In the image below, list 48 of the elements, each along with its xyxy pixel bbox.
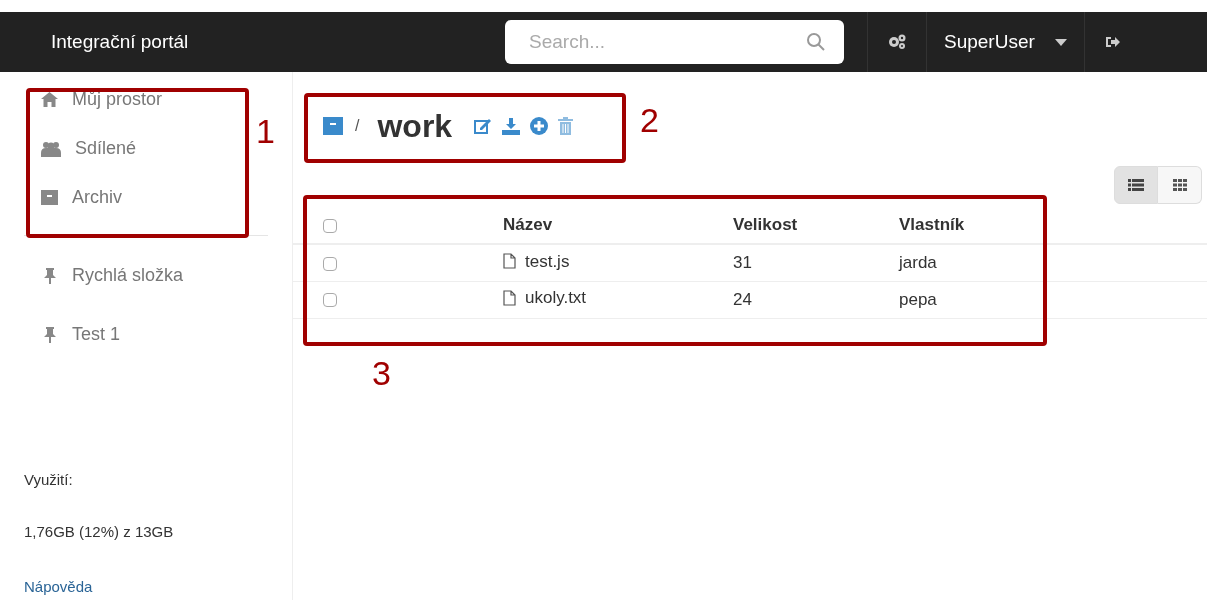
trash-icon[interactable]: [558, 117, 574, 135]
caret-icon: [1054, 38, 1067, 46]
grid-view-button[interactable]: [1158, 166, 1202, 204]
gears-icon[interactable]: [887, 33, 907, 51]
file-icon: [503, 290, 516, 307]
download-icon[interactable]: [502, 117, 521, 135]
help-link[interactable]: Nápověda: [24, 575, 292, 598]
select-all-checkbox[interactable]: [323, 218, 337, 233]
file-icon: [503, 253, 516, 270]
row-checkbox[interactable]: [323, 293, 337, 308]
search-icon: [806, 32, 826, 52]
pin-icon: [44, 267, 56, 284]
column-header: Název: [503, 215, 553, 235]
file-name[interactable]: ukoly.txt: [525, 285, 587, 311]
grid-view-icon: [1172, 179, 1187, 191]
search-field[interactable]: Search...: [505, 20, 844, 64]
usage-value: 1,76GB (12%) z 13GB: [24, 522, 175, 542]
column-header: Vlastník: [899, 215, 965, 235]
sidebar-item[interactable]: Archiv: [41, 184, 221, 211]
row-checkbox[interactable]: [323, 256, 337, 271]
file-name[interactable]: test.js: [525, 248, 570, 275]
file-owner: jarda: [899, 253, 937, 272]
annotation-number: 2: [640, 103, 659, 137]
file-size: 31: [733, 253, 752, 272]
annotation-number: 1: [256, 114, 275, 148]
annotation-number: 3: [372, 356, 391, 390]
users-icon: [41, 140, 61, 157]
folder-title: work: [377, 110, 453, 142]
archive-icon: [41, 190, 58, 205]
add-icon[interactable]: [530, 117, 549, 135]
usage-label: Využití:: [24, 469, 74, 490]
file-size: 24: [733, 289, 752, 309]
sidebar-item[interactable]: Sdílené: [41, 135, 221, 162]
list-view-icon: [1128, 179, 1144, 191]
pinned-folder-item[interactable]: Rychlá složka: [44, 262, 224, 289]
breadcrumb-separator: /: [355, 116, 360, 136]
file-owner: pepa: [899, 289, 937, 309]
list-view-button[interactable]: [1114, 166, 1158, 204]
pin-icon: [44, 326, 56, 343]
sidebar-item[interactable]: Můj prostor: [41, 86, 221, 113]
archive-icon[interactable]: [323, 117, 343, 135]
user-menu[interactable]: SuperUser: [927, 12, 1084, 72]
edit-icon[interactable]: [474, 118, 493, 134]
pinned-folder-item[interactable]: Test 1: [44, 321, 224, 348]
home-icon: [41, 92, 58, 107]
logout-icon[interactable]: [1104, 35, 1121, 49]
column-header: Velikost: [733, 215, 798, 235]
brand-title[interactable]: Integrační portál: [51, 27, 505, 57]
